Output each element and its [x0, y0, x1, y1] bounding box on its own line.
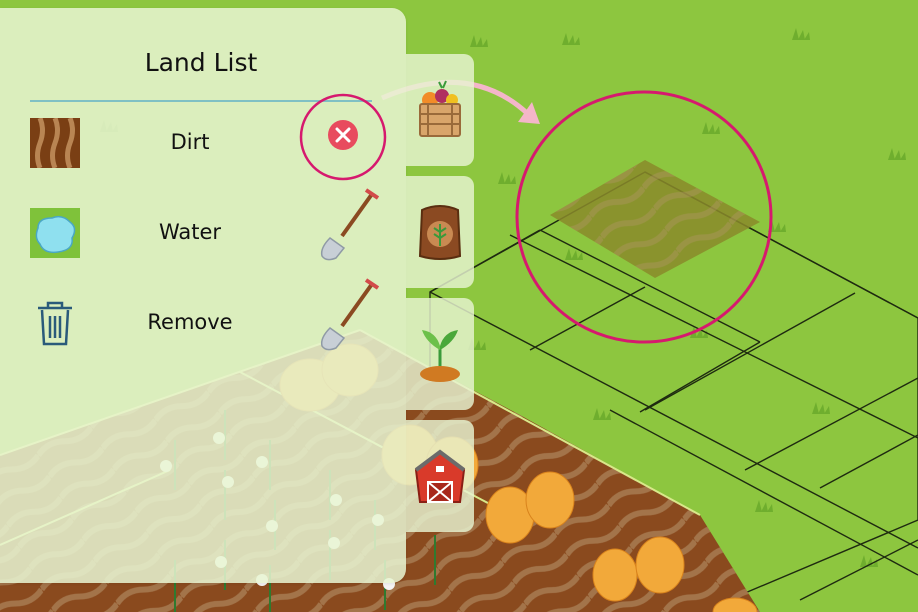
land-item-label: Dirt [170, 130, 210, 154]
land-list-panel: Land List Dirt Water Remove [0, 8, 406, 583]
water-tile-icon [30, 208, 80, 258]
tab-seeds[interactable] [406, 176, 474, 288]
close-icon[interactable] [298, 92, 388, 182]
land-item-label: Water [158, 220, 222, 244]
tab-sprouts[interactable] [406, 298, 474, 410]
sprout-icon [420, 330, 460, 382]
land-item-remove[interactable]: Remove [30, 278, 380, 351]
barn-icon [414, 449, 466, 503]
panel-title: Land List [144, 48, 258, 77]
trash-icon [38, 301, 72, 346]
shovel-icon[interactable] [298, 182, 388, 272]
land-item-label: Remove [147, 310, 233, 334]
dirt-tile-icon [30, 118, 80, 168]
tab-crates[interactable] [406, 54, 474, 166]
crate-vegetables-icon [419, 80, 461, 137]
tab-buildings[interactable] [406, 420, 474, 532]
land-item-dirt[interactable]: Dirt [30, 93, 387, 181]
land-item-water[interactable]: Water [30, 188, 380, 261]
seed-bag-icon [418, 205, 462, 260]
shovel-icon[interactable] [298, 272, 388, 362]
